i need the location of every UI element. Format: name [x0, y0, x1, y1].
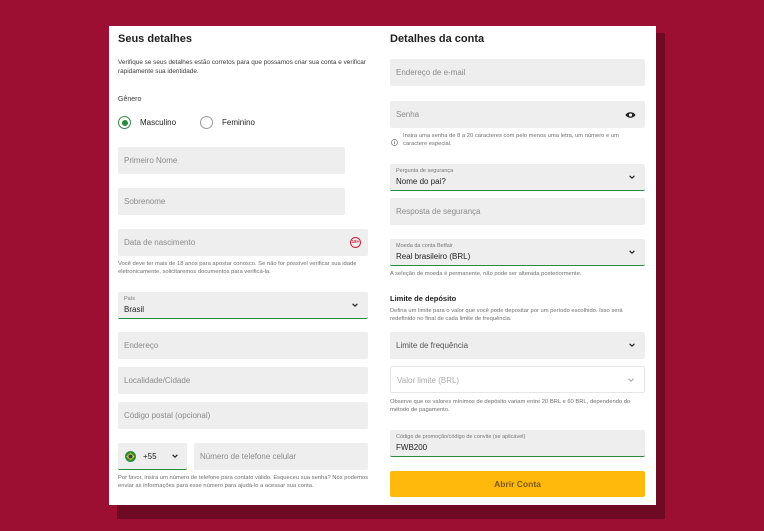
address-field[interactable]: Endereço — [118, 332, 368, 359]
postcode-field[interactable]: Código postal (opcional) — [118, 402, 368, 429]
first-name-placeholder: Primeiro Nome — [124, 156, 178, 165]
last-name-field[interactable]: Sobrenome — [118, 188, 345, 215]
country-caption: País — [124, 296, 136, 302]
password-hint: Insira uma senha de 8 a 20 caracteres co… — [403, 133, 619, 147]
chevron-down-icon — [352, 303, 358, 308]
phone-code-value: +55 — [143, 452, 157, 461]
first-name-field[interactable]: Primeiro Nome — [118, 147, 345, 174]
country-select[interactable]: País Brasil — [118, 292, 368, 319]
eye-icon[interactable] — [625, 111, 636, 119]
phone-note: Por favor, insira um número de telefone … — [118, 475, 369, 489]
phone-placeholder: Número de telefone celular — [200, 452, 297, 461]
security-question-value: Nome do pai? — [396, 177, 446, 186]
dob-note: Você deve ter mais de 18 anos para apost… — [118, 261, 357, 275]
password-placeholder: Senha — [396, 110, 420, 119]
limit-note: Observe que os valores mínimos de depósi… — [390, 399, 631, 413]
gender-label: Gênero — [118, 96, 142, 103]
personal-details-title: Seus detalhes — [118, 33, 192, 45]
address-placeholder: Endereço — [124, 341, 159, 350]
security-question-select[interactable]: Pergunta de segurança Nome do pai? — [390, 164, 645, 191]
gender-option-male[interactable]: Masculino — [140, 118, 176, 127]
limit-value-placeholder: Valor limite (BRL) — [397, 376, 460, 385]
radio-selected-icon[interactable] — [118, 116, 131, 129]
date-of-birth-field[interactable]: Data de nascimento 18+ — [118, 229, 368, 256]
city-placeholder: Localidade/Cidade — [124, 376, 191, 385]
brazil-flag-icon — [125, 451, 136, 462]
chevron-down-icon — [172, 454, 178, 459]
frequency-limit-placeholder: Limite de frequência — [396, 341, 469, 350]
currency-note: A seleção de moeda é permanente, não pod… — [390, 271, 582, 277]
city-field[interactable]: Localidade/Cidade — [118, 367, 368, 394]
password-field[interactable]: Senha — [390, 101, 645, 128]
frequency-limit-select[interactable]: Limite de frequência — [390, 332, 645, 359]
currency-select[interactable]: Moeda da conta Betfair Real brasileiro (… — [390, 239, 645, 266]
dob-placeholder: Data de nascimento — [124, 238, 196, 247]
promo-code-value: FWB200 — [396, 443, 428, 452]
chevron-down-icon — [628, 378, 634, 383]
account-details-title: Detalhes da conta — [390, 33, 485, 45]
last-name-placeholder: Sobrenome — [124, 197, 166, 206]
deposit-limit-title: Limite de depósito — [390, 294, 457, 303]
email-field[interactable]: Endereço de e-mail — [390, 59, 645, 86]
chevron-down-icon — [629, 175, 635, 180]
phone-country-code-select[interactable]: +55 — [118, 443, 187, 470]
security-answer-placeholder: Resposta de segurança — [396, 207, 481, 216]
email-placeholder: Endereço de e-mail — [396, 68, 466, 77]
promo-code-caption: Código de promoção/código de convite (se… — [396, 434, 526, 440]
country-value: Brasil — [124, 305, 145, 314]
chevron-down-icon — [629, 343, 635, 348]
promo-code-field[interactable]: Código de promoção/código de convite (se… — [390, 430, 645, 457]
postcode-placeholder: Código postal (opcional) — [124, 411, 211, 420]
info-icon — [391, 139, 398, 146]
security-answer-field[interactable]: Resposta de segurança — [390, 198, 645, 225]
limit-value-select[interactable]: Valor limite (BRL) — [390, 366, 645, 393]
currency-caption: Moeda da conta Betfair — [396, 243, 453, 249]
gender-option-female[interactable]: Feminino — [222, 118, 255, 127]
deposit-limit-intro: Defina um limite para o valor que você p… — [390, 308, 623, 322]
open-account-button[interactable]: Abrir Conta — [390, 471, 645, 497]
chevron-down-icon — [629, 250, 635, 255]
registration-card: Seus detalhes Verifique se seus detalhes… — [109, 26, 656, 505]
security-question-caption: Pergunta de segurança — [396, 168, 454, 174]
phone-number-field[interactable]: Número de telefone celular — [194, 443, 368, 470]
age-18-icon: 18+ — [350, 237, 361, 248]
personal-details-intro: Verifique se seus detalhes estão correto… — [118, 59, 366, 75]
currency-value: Real brasileiro (BRL) — [396, 252, 471, 261]
radio-unselected-icon[interactable] — [200, 116, 213, 129]
